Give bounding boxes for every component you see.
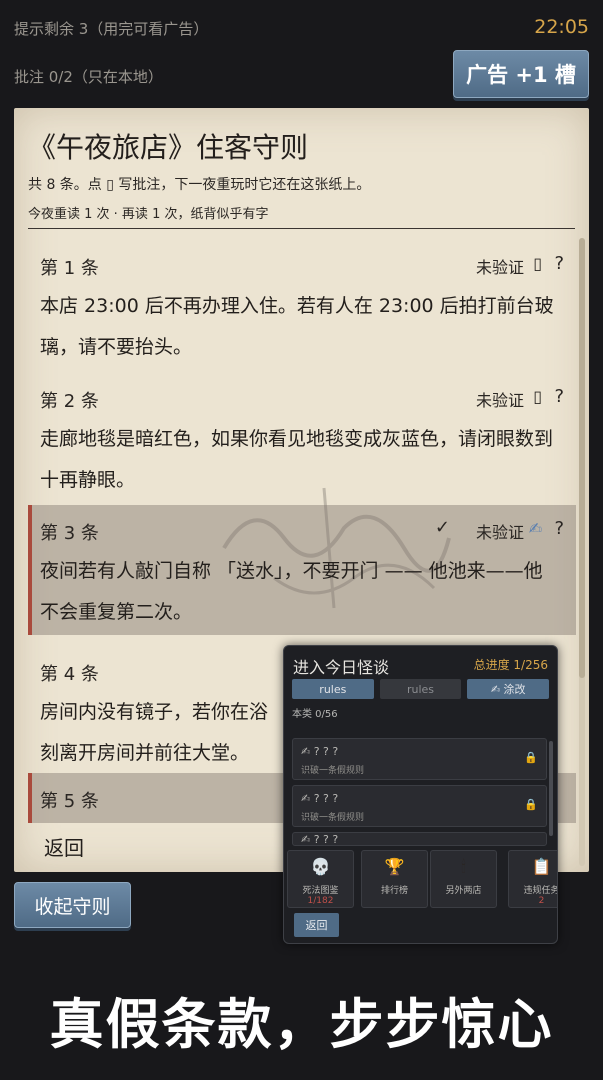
annotate-icon[interactable]: ▯	[533, 387, 542, 406]
cell-label: 排行榜	[380, 886, 408, 896]
notes-count: 批注 0/2（只在本地）	[14, 68, 163, 86]
rule-number: 第 2 条	[40, 391, 99, 412]
panel-back-button[interactable]: 返回	[294, 913, 339, 937]
achievement-item[interactable]: ✍ ? ? ? 识破一条假规则 🔒	[292, 738, 547, 780]
tab-rules[interactable]: rules	[292, 679, 374, 699]
annotate-icon[interactable]: ▯	[533, 254, 542, 273]
check-icon: ✓	[434, 517, 450, 538]
clock: 22:05	[534, 16, 589, 38]
rule-number: 第 1 条	[40, 258, 99, 279]
category-count: 本类 0/56	[292, 709, 338, 720]
rule-2[interactable]: 第 2 条 未验证 ▯ ? 走廊地毯是暗红色，如果你看见地毯变成灰蓝色，请闭眼数…	[28, 373, 576, 501]
rule-1[interactable]: 第 1 条 未验证 ▯ ? 本店 23:00 后不再办理入住。若有人在 23:0…	[28, 240, 576, 368]
panel-scrollbar[interactable]	[549, 741, 553, 836]
cell-value: 1/182	[307, 896, 334, 906]
rule-status: 未验证	[475, 391, 524, 410]
rule-text: 走廊地毯是暗红色，如果你看见地毯变成灰蓝色，请闭眼数到十再静眼。	[40, 428, 554, 491]
clipboard-icon: 📋	[531, 857, 552, 876]
pen-icon[interactable]: ✍	[529, 519, 542, 538]
ad-slot-button[interactable]: 广告 +1 槽	[453, 50, 589, 98]
achievement-title: ✍ ? ? ?	[301, 745, 339, 758]
paper-subtitle: 共 8 条。点 ▯ 写批注，下一夜重玩时它还在这张纸上。	[28, 177, 371, 193]
panel-title: 进入今日怪谈	[293, 658, 390, 677]
cell-label: 违规任务	[523, 886, 558, 896]
promo-slogan: 真假条款，步步惊心	[49, 993, 554, 1056]
question-icon[interactable]: ?	[554, 386, 564, 407]
question-icon[interactable]: ?	[554, 253, 564, 274]
achievement-title: ✍ ? ? ?	[301, 792, 339, 805]
total-progress: 总进度 1/256	[473, 658, 548, 672]
hint-remaining: 提示剩余 3（用完可看广告）	[14, 20, 209, 38]
panel-tabs: rules rules ✍ 涂改	[292, 679, 550, 699]
rule-number: 第 4 条	[40, 664, 99, 685]
question-icon[interactable]: ?	[554, 518, 564, 539]
achievement-title: ✍ ? ? ?	[301, 833, 339, 846]
leaderboard-button[interactable]: 🏆 排行榜	[361, 850, 428, 908]
death-codex-button[interactable]: 💀 死法图鉴 1/182	[287, 850, 354, 908]
trophy-icon: 🏆	[384, 857, 405, 876]
panel-grid: 💀 死法图鉴 1/182 🏆 排行榜 🕯 另外两店 📋 违规任务 2	[284, 850, 557, 910]
page-title: 《午夜旅店》住客守则	[28, 131, 309, 164]
rule-number: 第 5 条	[40, 791, 99, 812]
rule-status: 未验证	[475, 258, 524, 277]
lock-icon: 🔒	[524, 798, 538, 811]
candle-icon: 🕯	[461, 857, 466, 876]
reread-line: 今夜重读 1 次 · 再读 1 次，纸背似乎有字	[28, 207, 269, 222]
achievement-item[interactable]: ✍ ? ? ? 识破一条假规则 🔒	[292, 785, 547, 827]
cell-label: 另外两店	[445, 886, 482, 896]
skull-icon: 💀	[310, 857, 331, 876]
other-stores-button[interactable]: 🕯 另外两店	[430, 850, 497, 908]
rule-text: 夜间若有人敲门自称 「送水」，不要开门 —— 他池来——他不会重复第二次。	[40, 560, 543, 623]
violation-task-button[interactable]: 📋 违规任务 2	[508, 850, 558, 908]
lock-icon: 🔒	[524, 751, 538, 764]
tab-rules-alt[interactable]: rules	[379, 679, 462, 699]
rule-text: 本店 23:00 后不再办理入住。若有人在 23:00 后拍打前台玻璃，请不要抬…	[40, 295, 554, 358]
paper-scrollbar-thumb[interactable]	[579, 238, 585, 678]
paper-back-button[interactable]: 返回	[44, 832, 84, 861]
achievement-desc: 识破一条假规则	[301, 813, 365, 823]
rule-3[interactable]: 第 3 条 ✓ 未验证 ✍ ? 夜间若有人敲门自称 「送水」，不要开门 —— 他…	[28, 505, 576, 635]
achievement-item[interactable]: ✍ ? ? ?	[292, 832, 547, 846]
rule-number: 第 3 条	[40, 523, 99, 544]
today-tale-panel: 进入今日怪谈 总进度 1/256 rules rules ✍ 涂改 本类 0/5…	[283, 645, 558, 944]
achievement-desc: 识破一条假规则	[301, 766, 365, 776]
paper-divider	[28, 228, 575, 229]
collapse-rules-button[interactable]: 收起守则	[14, 882, 131, 928]
paper-scrollbar[interactable]	[579, 238, 585, 866]
cell-value: 2	[538, 896, 545, 906]
rule-status: 未验证	[475, 523, 524, 542]
tab-alter[interactable]: ✍ 涂改	[467, 679, 550, 699]
cell-label: 死法图鉴	[302, 886, 339, 896]
